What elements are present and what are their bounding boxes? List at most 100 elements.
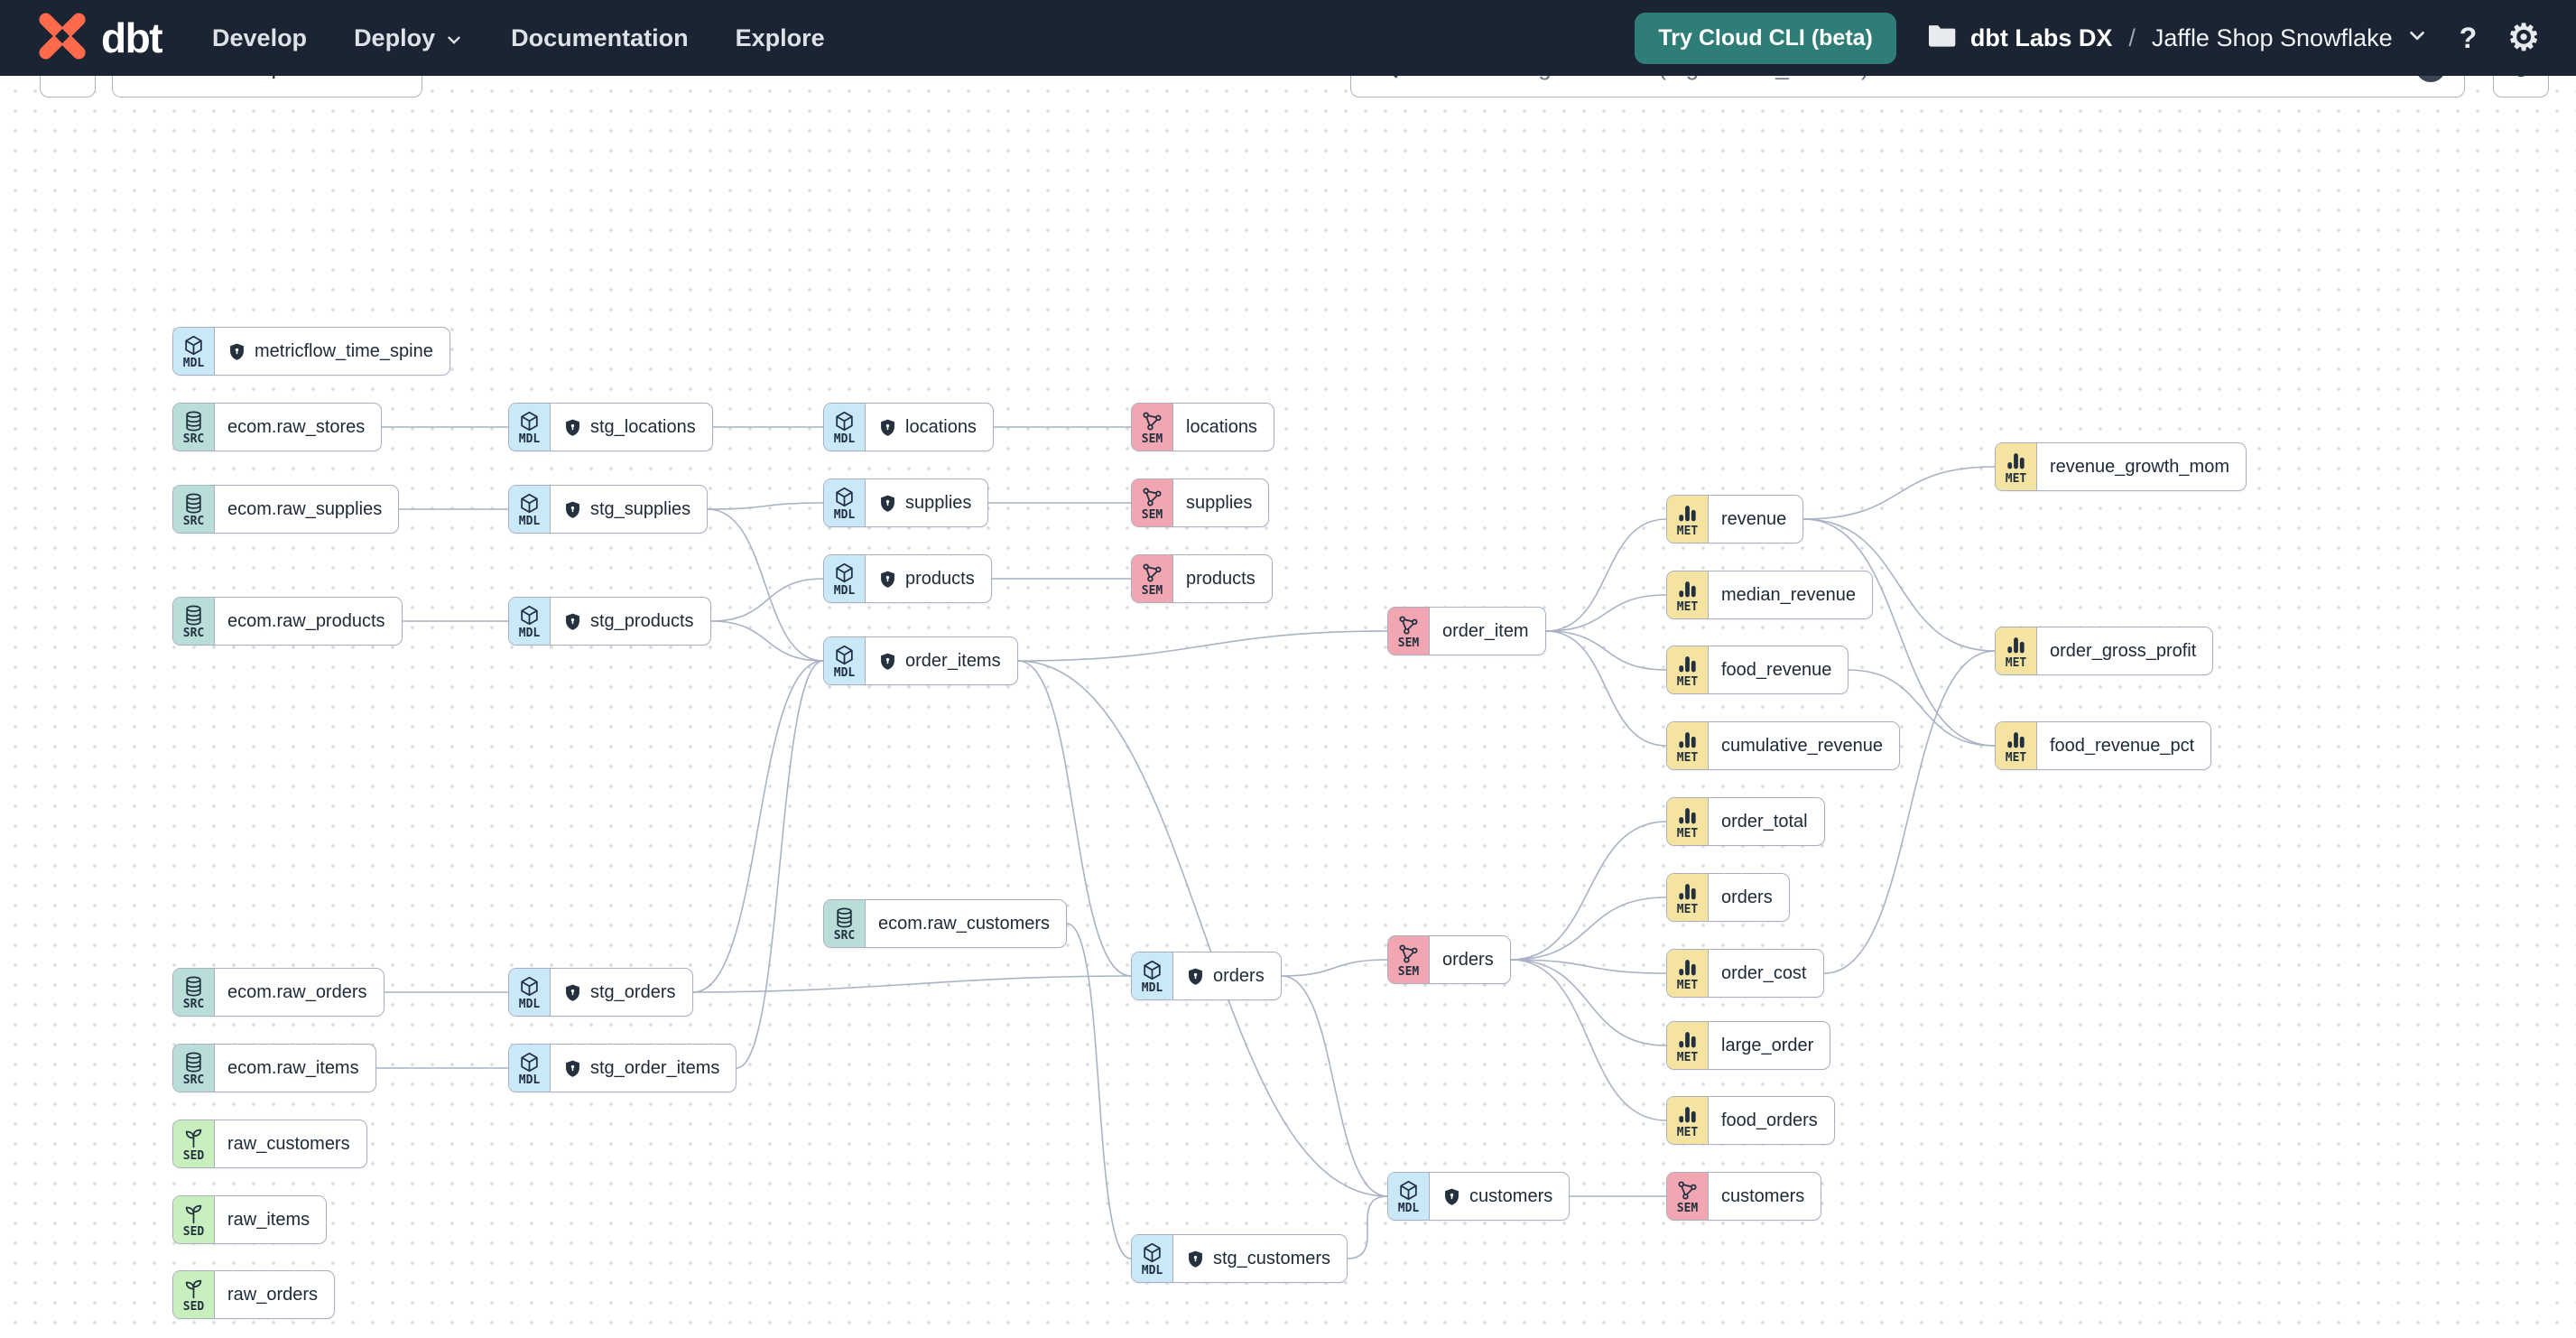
dbt-logo-mark-icon xyxy=(36,10,88,67)
shield-lock-icon xyxy=(878,570,897,589)
node-type-badge-bar-chart-icon: MET xyxy=(1667,1022,1709,1069)
node-mdl_locations[interactable]: MDL locations xyxy=(823,403,994,451)
dbt-logo[interactable]: dbt xyxy=(36,10,163,67)
node-type-badge-semantic-graph-icon: SEM xyxy=(1388,608,1430,655)
try-cloud-cli-button[interactable]: Try Cloud CLI (beta) xyxy=(1635,12,1896,64)
node-mdl_stg_supplies[interactable]: MDL stg_supplies xyxy=(508,485,709,534)
node-type-badge-cube-icon: MDL xyxy=(1132,1235,1173,1282)
node-label: stg_supplies xyxy=(551,486,707,533)
node-label: supplies xyxy=(1186,492,1253,513)
node-mdl_products[interactable]: MDL products xyxy=(823,554,992,603)
nav-item-deploy[interactable]: Deploy xyxy=(354,24,464,52)
node-sed_raw_orders[interactable]: SED raw_orders xyxy=(172,1270,336,1319)
project-name: Jaffle Shop Snowflake xyxy=(2151,23,2393,51)
node-met_revenue[interactable]: MET revenue xyxy=(1666,495,1804,544)
node-sem_locations[interactable]: SEM locations xyxy=(1131,403,1274,451)
node-type-badge-bar-chart-icon: MET xyxy=(1667,874,1709,921)
node-met_food_orders[interactable]: MET food_orders xyxy=(1666,1096,1835,1145)
node-met_cumulative_revenue[interactable]: MET cumulative_revenue xyxy=(1666,721,1900,770)
node-label: metricflow_time_spine xyxy=(215,328,449,375)
node-type-badge-database-icon: SRC xyxy=(173,969,215,1016)
node-label: ecom.raw_items xyxy=(227,1057,359,1078)
node-mdl_stg_order_items[interactable]: MDL stg_order_items xyxy=(508,1044,737,1092)
node-type-badge-bar-chart-icon: MET xyxy=(1667,496,1709,543)
node-label: order_items xyxy=(866,637,1017,684)
node-label: ecom.raw_customers xyxy=(878,913,1051,934)
node-label: food_revenue xyxy=(1721,659,1832,680)
node-label: order_gross_profit xyxy=(2050,640,2197,661)
node-sem_orders[interactable]: SEM orders xyxy=(1387,935,1511,984)
project-breadcrumb[interactable]: dbt Labs DX / Jaffle Shop Snowflake xyxy=(1927,22,2429,55)
settings-gear-icon[interactable]: ⚙ xyxy=(2507,20,2540,56)
node-mdl_stg_customers[interactable]: MDL stg_customers xyxy=(1131,1234,1348,1283)
node-mdl_metricflow_time_spine[interactable]: MDL metricflow_time_spine xyxy=(172,327,450,376)
node-mdl_stg_orders[interactable]: MDL stg_orders xyxy=(508,968,693,1017)
node-label: stg_products xyxy=(551,598,710,645)
node-type-badge-cube-icon: MDL xyxy=(509,486,551,533)
node-label: revenue_growth_mom xyxy=(2050,456,2229,477)
node-sed_raw_customers[interactable]: SED raw_customers xyxy=(172,1120,367,1168)
node-sem_customers[interactable]: SEM customers xyxy=(1666,1172,1822,1221)
node-met_order_gross_profit[interactable]: MET order_gross_profit xyxy=(1995,627,2214,675)
node-src_ecom_raw_customers[interactable]: SRC ecom.raw_customers xyxy=(823,899,1068,948)
node-met_median_revenue[interactable]: MET median_revenue xyxy=(1666,571,1873,619)
node-mdl_stg_products[interactable]: MDL stg_products xyxy=(508,597,711,646)
help-icon[interactable]: ? xyxy=(2460,23,2478,52)
node-mdl_orders[interactable]: MDL orders xyxy=(1131,952,1282,1000)
shield-lock-icon xyxy=(878,418,897,437)
lineage-canvas[interactable]: MDL metricflow_time_spine SRC ecom.raw_stor… xyxy=(0,76,2576,1338)
shield-lock-icon xyxy=(563,500,582,519)
node-src_ecom_raw_supplies[interactable]: SRC ecom.raw_supplies xyxy=(172,485,400,534)
node-type-badge-bar-chart-icon: MET xyxy=(1667,646,1709,693)
nav-item-explore[interactable]: Explore xyxy=(736,24,825,52)
node-sem_products[interactable]: SEM products xyxy=(1131,554,1273,603)
node-mdl_customers[interactable]: MDL customers xyxy=(1387,1172,1571,1221)
node-label: large_order xyxy=(1721,1035,1814,1055)
node-src_ecom_raw_orders[interactable]: SRC ecom.raw_orders xyxy=(172,968,385,1017)
breadcrumb-separator: / xyxy=(2128,23,2136,51)
node-type-badge-bar-chart-icon: MET xyxy=(1996,627,2037,674)
node-label: orders xyxy=(1442,949,1494,970)
node-mdl_supplies[interactable]: MDL supplies xyxy=(823,479,989,527)
node-met_order_total[interactable]: MET order_total xyxy=(1666,797,1825,846)
node-label: ecom.raw_supplies xyxy=(227,498,383,519)
node-met_orders[interactable]: MET orders xyxy=(1666,873,1790,922)
node-type-badge-cube-icon: MDL xyxy=(1132,952,1173,999)
node-mdl_order_items[interactable]: MDL order_items xyxy=(823,636,1018,685)
node-label: food_revenue_pct xyxy=(2050,735,2195,756)
node-src_ecom_raw_products[interactable]: SRC ecom.raw_products xyxy=(172,597,403,646)
shield-lock-icon xyxy=(563,983,582,1002)
node-met_food_revenue_pct[interactable]: MET food_revenue_pct xyxy=(1995,721,2212,770)
top-nav: dbt Develop Deploy Documentation Explore Tr… xyxy=(0,0,2576,76)
node-mdl_stg_locations[interactable]: MDL stg_locations xyxy=(508,403,713,451)
node-type-badge-cube-icon: MDL xyxy=(824,479,866,526)
node-met_food_revenue[interactable]: MET food_revenue xyxy=(1666,646,1849,694)
node-type-badge-cube-icon: MDL xyxy=(1388,1173,1430,1220)
nav-item-develop[interactable]: Develop xyxy=(212,24,307,52)
node-label: raw_orders xyxy=(227,1284,319,1305)
node-type-badge-bar-chart-icon: MET xyxy=(1667,722,1709,769)
node-label: food_orders xyxy=(1721,1110,1818,1130)
node-type-badge-bar-chart-icon: MET xyxy=(1667,798,1709,845)
node-label: cumulative_revenue xyxy=(1721,735,1883,756)
node-src_ecom_raw_items[interactable]: SRC ecom.raw_items xyxy=(172,1044,376,1092)
node-sem_supplies[interactable]: SEM supplies xyxy=(1131,479,1270,527)
main-nav: Develop Deploy Documentation Explore xyxy=(212,24,825,52)
folder-icon xyxy=(1927,22,1958,55)
node-label: stg_locations xyxy=(551,404,712,451)
nav-item-documentation[interactable]: Documentation xyxy=(511,24,689,52)
node-label: ecom.raw_products xyxy=(227,610,385,631)
node-type-badge-cube-icon: MDL xyxy=(824,555,866,602)
node-src_ecom_raw_stores[interactable]: SRC ecom.raw_stores xyxy=(172,403,383,451)
brand-name: dbt xyxy=(101,14,163,61)
node-label: stg_order_items xyxy=(551,1045,736,1092)
node-sem_order_item[interactable]: SEM order_item xyxy=(1387,607,1546,655)
node-sed_raw_items[interactable]: SED raw_items xyxy=(172,1195,328,1244)
chevron-down-icon xyxy=(2405,23,2429,53)
node-type-badge-database-icon: SRC xyxy=(824,900,866,947)
node-met_large_order[interactable]: MET large_order xyxy=(1666,1021,1831,1070)
node-type-badge-semantic-graph-icon: SEM xyxy=(1667,1173,1709,1220)
node-type-badge-database-icon: SRC xyxy=(173,486,215,533)
node-met_order_cost[interactable]: MET order_cost xyxy=(1666,949,1824,998)
node-met_revenue_growth_mom[interactable]: MET revenue_growth_mom xyxy=(1995,442,2247,491)
